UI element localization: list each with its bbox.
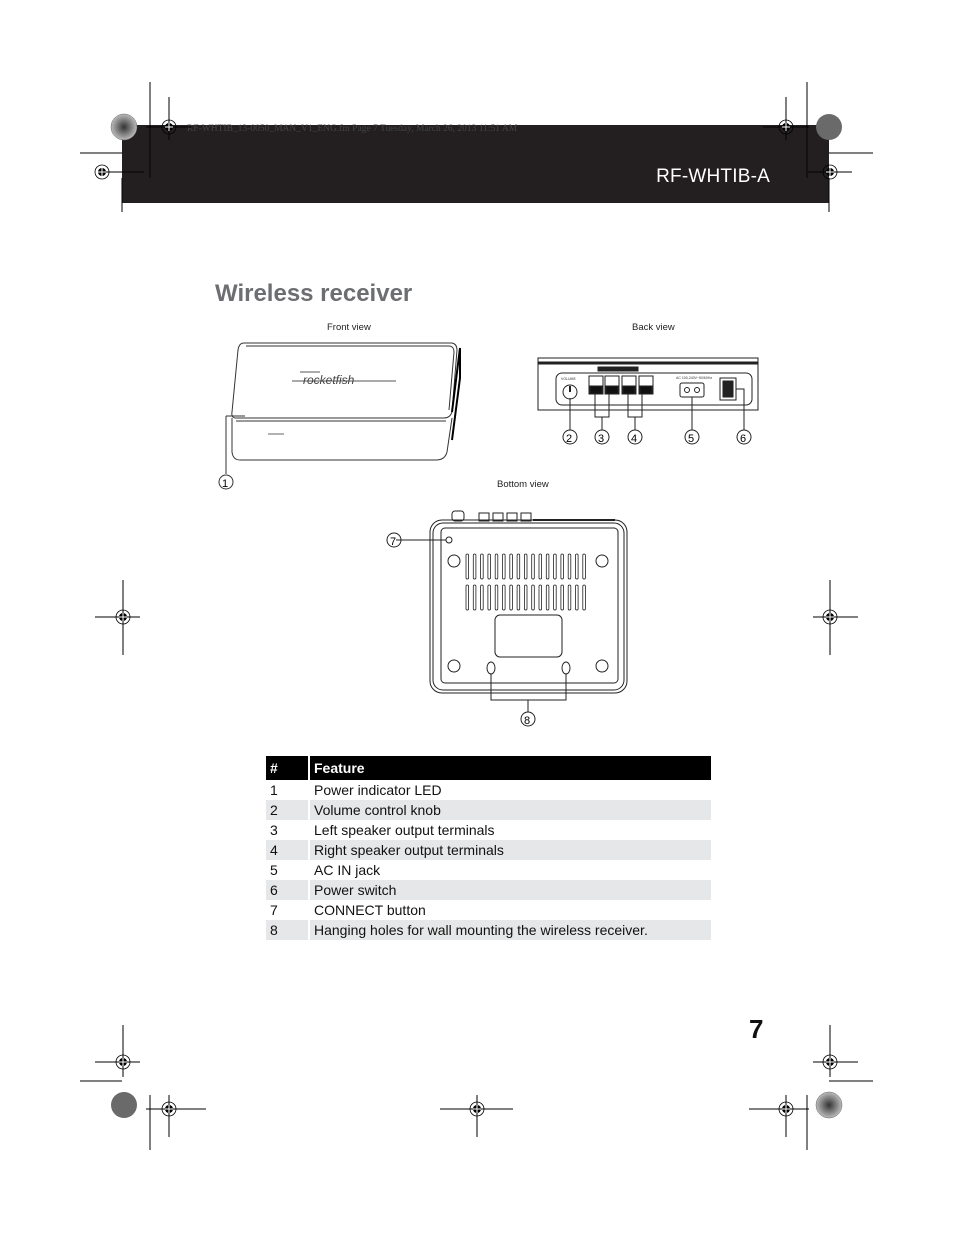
feature-number: 3 [266,820,310,840]
vent-slot [502,584,506,611]
table-row: 1 Power indicator LED [266,780,711,800]
col-header-number: # [266,756,310,780]
vent-slot [465,553,469,580]
vent-slot [567,553,572,580]
feature-number: 8 [266,920,310,940]
vent-slot [531,553,535,580]
vent-slot [487,553,491,580]
callout-8: 8 [524,715,530,727]
vent-slot [472,584,477,611]
col-header-feature: Feature [309,756,711,780]
feature-number: 6 [266,880,310,900]
vent-slot [582,553,586,580]
vent-slot [509,553,513,580]
vent-slot [524,584,528,611]
feature-description: Hanging holes for wall mounting the wire… [309,920,711,940]
feature-description: AC IN jack [314,862,381,878]
vent-slot [560,584,564,611]
vent-slot [487,584,491,611]
table-row: 3 Left speaker output terminals [266,820,711,840]
vent-slot [538,584,542,611]
feature-number: 4 [266,840,310,860]
table-row: 7 CONNECT button [266,900,711,920]
table-header-row: # Feature [266,756,711,780]
vent-slot [545,553,550,580]
vent-slot [502,553,506,580]
feature-description: Left speaker output terminals [314,822,495,838]
page-number: 7 [749,1014,764,1044]
vent-slot [545,584,550,611]
vent-slot [538,553,542,580]
vent-slot [575,584,579,611]
table-row: 2 Volume control knob [266,800,711,820]
feature-table: # Feature 1 Power indicator LED 2 Volume co… [266,756,711,940]
vent-slot [582,584,586,611]
table-row: 5 AC IN jack [266,860,711,880]
vent-slot [494,584,499,611]
vent-slot [560,553,564,580]
feature-number: 2 [266,800,310,820]
vent-slot [480,553,484,580]
vent-slot [531,584,535,611]
callout-7: 7 [390,536,396,548]
feature-description: Power indicator LED [314,782,442,798]
vent-slot [575,553,579,580]
vent-slot [553,553,557,580]
bottom-view-illustration: 7 8 [386,510,628,727]
feature-description: CONNECT button [314,902,426,918]
vent-slot [472,553,477,580]
feature-number: 7 [266,900,310,920]
vent-slot [494,553,499,580]
table-row: 6 Power switch [266,880,711,900]
table-row: 8 Hanging holes for wall mounting the wir… [266,920,711,940]
vent-slot [524,553,528,580]
vent-slot [553,584,557,611]
feature-description: Right speaker output terminals [309,840,711,860]
feature-number: 5 [266,860,310,880]
table-row: 4 Right speaker output terminals [266,840,711,860]
vent-slot [509,584,513,611]
feature-description: Power switch [309,880,711,900]
vent-slot [516,553,521,580]
vent-slot [480,584,484,611]
feature-number: 1 [266,780,310,800]
vent-slot [516,584,521,611]
vent-slot [465,584,469,611]
feature-description: Volume control knob [309,800,711,820]
vent-slot [567,584,572,611]
